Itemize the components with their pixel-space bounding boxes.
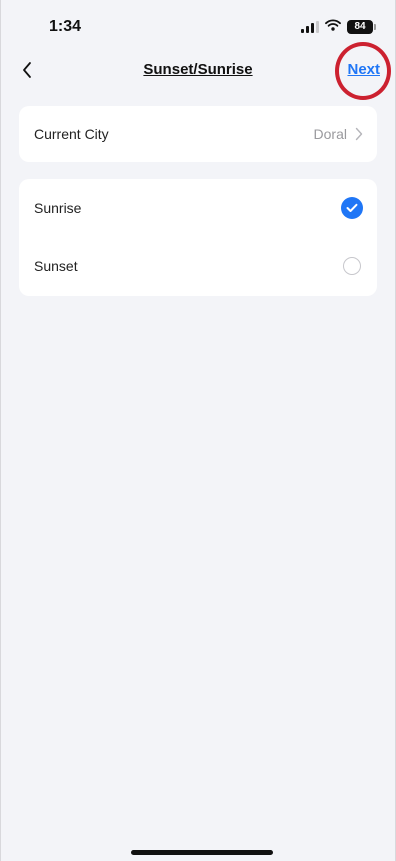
status-bar: 1:34 84 <box>1 0 395 54</box>
current-city-value: Doral <box>313 126 347 142</box>
wifi-icon <box>325 18 341 36</box>
status-icons: 84 <box>301 18 376 36</box>
option-label: Sunset <box>34 258 78 274</box>
battery-icon: 84 <box>347 20 376 34</box>
checkmark-icon[interactable] <box>341 197 363 219</box>
option-label: Sunrise <box>34 200 82 216</box>
next-button[interactable]: Next <box>347 61 380 78</box>
option-sunset[interactable]: Sunset <box>19 237 377 295</box>
chevron-right-icon <box>355 127 363 141</box>
options-card: Sunrise Sunset <box>19 179 377 296</box>
current-city-label: Current City <box>34 126 109 142</box>
current-city-card: Current City Doral <box>19 106 377 162</box>
signal-icon <box>301 21 319 33</box>
home-indicator <box>131 850 273 855</box>
status-time: 1:34 <box>49 18 82 35</box>
radio-unchecked-icon[interactable] <box>343 257 361 275</box>
option-sunrise[interactable]: Sunrise <box>19 179 377 237</box>
page-title: Sunset/Sunrise <box>143 61 253 78</box>
sunset-sunrise-screen: 1:34 84 Sunset/Sunrise Next Current City… <box>0 0 396 861</box>
current-city-value-wrap: Doral <box>314 126 363 142</box>
current-city-row[interactable]: Current City Doral <box>19 106 377 162</box>
nav-bar: Sunset/Sunrise Next <box>1 54 395 88</box>
